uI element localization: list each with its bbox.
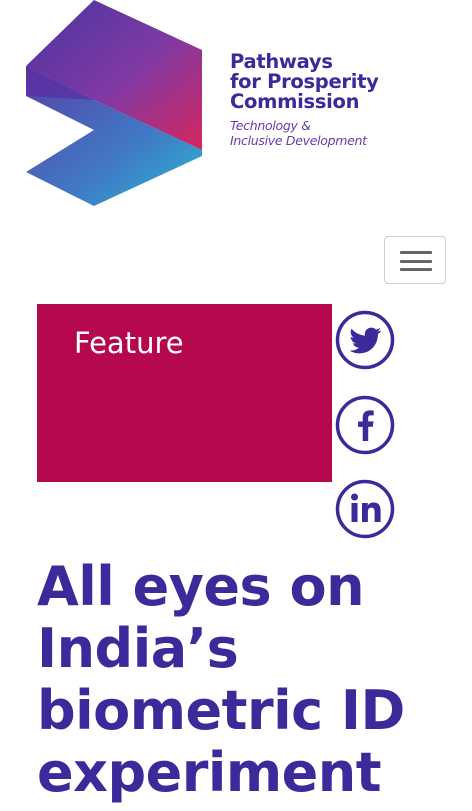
feature-banner: Feature [37, 304, 332, 482]
headline-line: All eyes on [37, 555, 365, 618]
headline-line: experiment [37, 741, 382, 804]
logo-mark[interactable] [22, 0, 204, 206]
brand-subtitle: Technology & Inclusive Development [230, 118, 430, 148]
brand-subtitle-line: Technology & [230, 118, 311, 133]
article-headline: All eyes on India’s biometric ID experim… [37, 556, 462, 804]
menu-bar [400, 251, 432, 254]
headline-line: India’s [37, 617, 239, 680]
menu-toggle-button[interactable] [384, 236, 446, 284]
brand-title: Pathways for Prosperity Commission [230, 52, 430, 112]
brand-title-line: for Prosperity [230, 70, 379, 93]
brand-subtitle-line: Inclusive Development [230, 132, 367, 148]
brand-wordmark[interactable]: Pathways for Prosperity Commission Techn… [230, 52, 430, 148]
linkedin-icon[interactable] [335, 479, 395, 539]
menu-bar [400, 268, 432, 271]
page: Pathways for Prosperity Commission Techn… [0, 0, 472, 811]
brand-title-line: Commission [230, 90, 360, 113]
headline-line: biometric ID [37, 679, 405, 742]
brand-title-line: Pathways [230, 50, 333, 73]
twitter-icon[interactable] [335, 310, 395, 370]
facebook-icon[interactable] [335, 395, 395, 455]
menu-bar [400, 259, 432, 263]
feature-label: Feature [74, 326, 184, 360]
